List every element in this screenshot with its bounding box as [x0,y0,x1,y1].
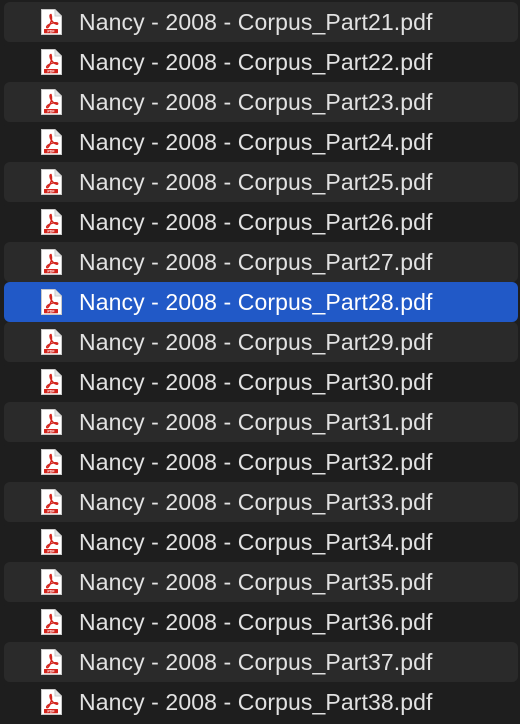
pdf-document-icon: PDF [41,329,62,355]
pdf-document-icon: PDF [41,209,62,235]
file-row[interactable]: PDF Nancy - 2008 - Corpus_Part22.pdf [4,42,518,82]
file-name: Nancy - 2008 - Corpus_Part30.pdf [79,369,433,395]
file-name: Nancy - 2008 - Corpus_Part34.pdf [79,529,433,555]
pdf-document-icon: PDF [41,449,62,475]
file-row[interactable]: PDF Nancy - 2008 - Corpus_Part30.pdf [4,362,518,402]
file-name: Nancy - 2008 - Corpus_Part27.pdf [79,249,433,275]
file-name: Nancy - 2008 - Corpus_Part21.pdf [79,9,433,35]
file-row[interactable]: PDF Nancy - 2008 - Corpus_Part21.pdf [4,2,518,42]
file-row[interactable]: PDF Nancy - 2008 - Corpus_Part23.pdf [4,82,518,122]
svg-text:PDF: PDF [47,189,55,193]
svg-text:PDF: PDF [47,349,55,353]
file-row[interactable]: PDF Nancy - 2008 - Corpus_Part34.pdf [4,522,518,562]
pdf-document-icon: PDF [41,609,62,635]
file-name: Nancy - 2008 - Corpus_Part26.pdf [79,209,433,235]
file-name: Nancy - 2008 - Corpus_Part22.pdf [79,49,433,75]
svg-text:PDF: PDF [47,309,55,313]
file-name: Nancy - 2008 - Corpus_Part33.pdf [79,489,433,515]
file-row[interactable]: PDF Nancy - 2008 - Corpus_Part31.pdf [4,402,518,442]
pdf-document-icon: PDF [41,689,62,715]
file-name: Nancy - 2008 - Corpus_Part23.pdf [79,89,433,115]
file-row[interactable]: PDF Nancy - 2008 - Corpus_Part37.pdf [4,642,518,682]
file-name: Nancy - 2008 - Corpus_Part32.pdf [79,449,433,475]
svg-text:PDF: PDF [47,269,55,273]
file-row[interactable]: PDF Nancy - 2008 - Corpus_Part32.pdf [4,442,518,482]
svg-text:PDF: PDF [47,469,55,473]
file-name: Nancy - 2008 - Corpus_Part36.pdf [79,609,433,635]
file-row-selected[interactable]: PDF Nancy - 2008 - Corpus_Part28.pdf [4,282,518,322]
file-row[interactable]: PDF Nancy - 2008 - Corpus_Part36.pdf [4,602,518,642]
pdf-document-icon: PDF [41,9,62,35]
pdf-document-icon: PDF [41,409,62,435]
pdf-document-icon: PDF [41,569,62,595]
file-name: Nancy - 2008 - Corpus_Part24.pdf [79,129,433,155]
svg-text:PDF: PDF [47,69,55,73]
pdf-document-icon: PDF [41,529,62,555]
svg-text:PDF: PDF [47,509,55,513]
file-row[interactable]: PDF Nancy - 2008 - Corpus_Part29.pdf [4,322,518,362]
svg-text:PDF: PDF [47,709,55,713]
svg-text:PDF: PDF [47,429,55,433]
file-name: Nancy - 2008 - Corpus_Part35.pdf [79,569,433,595]
svg-text:PDF: PDF [47,29,55,33]
pdf-document-icon: PDF [41,289,62,315]
pdf-document-icon: PDF [41,369,62,395]
file-name: Nancy - 2008 - Corpus_Part28.pdf [79,289,433,315]
file-row[interactable]: PDF Nancy - 2008 - Corpus_Part38.pdf [4,682,518,722]
svg-text:PDF: PDF [47,549,55,553]
pdf-document-icon: PDF [41,649,62,675]
file-name: Nancy - 2008 - Corpus_Part31.pdf [79,409,433,435]
file-row[interactable]: PDF Nancy - 2008 - Corpus_Part26.pdf [4,202,518,242]
pdf-document-icon: PDF [41,249,62,275]
file-name: Nancy - 2008 - Corpus_Part37.pdf [79,649,433,675]
svg-text:PDF: PDF [47,589,55,593]
svg-text:PDF: PDF [47,669,55,673]
svg-text:PDF: PDF [47,149,55,153]
file-row[interactable]: PDF Nancy - 2008 - Corpus_Part27.pdf [4,242,518,282]
pdf-document-icon: PDF [41,89,62,115]
file-row[interactable]: PDF Nancy - 2008 - Corpus_Part33.pdf [4,482,518,522]
svg-text:PDF: PDF [47,229,55,233]
file-row[interactable]: PDF Nancy - 2008 - Corpus_Part35.pdf [4,562,518,602]
file-row[interactable]: PDF Nancy - 2008 - Corpus_Part25.pdf [4,162,518,202]
file-list: PDF Nancy - 2008 - Corpus_Part21.pdf PDF… [0,0,520,724]
pdf-document-icon: PDF [41,129,62,155]
pdf-document-icon: PDF [41,489,62,515]
file-row[interactable]: PDF Nancy - 2008 - Corpus_Part24.pdf [4,122,518,162]
pdf-document-icon: PDF [41,169,62,195]
file-name: Nancy - 2008 - Corpus_Part25.pdf [79,169,433,195]
svg-text:PDF: PDF [47,109,55,113]
svg-text:PDF: PDF [47,389,55,393]
pdf-document-icon: PDF [41,49,62,75]
file-name: Nancy - 2008 - Corpus_Part29.pdf [79,329,433,355]
file-name: Nancy - 2008 - Corpus_Part38.pdf [79,689,433,715]
svg-text:PDF: PDF [47,629,55,633]
